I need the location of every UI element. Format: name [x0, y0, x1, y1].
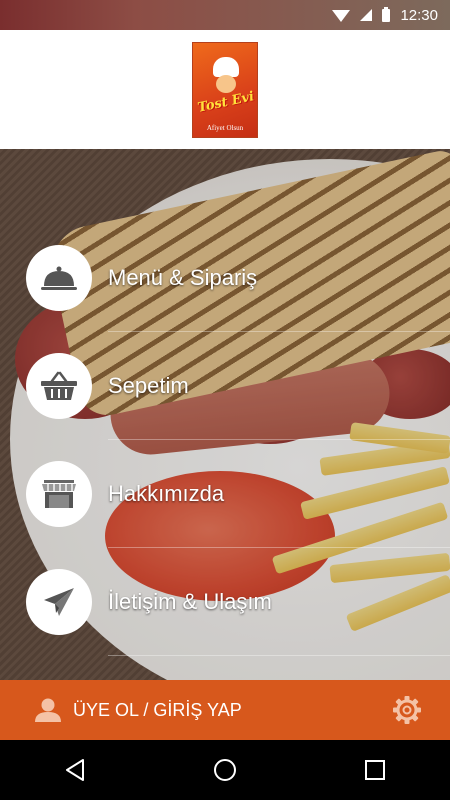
menu-item-label: İletişim & Ulaşım — [108, 589, 272, 614]
signal-icon — [360, 9, 373, 21]
menu-item-label: Menü & Sipariş — [108, 265, 258, 290]
gear-icon[interactable] — [392, 695, 422, 725]
store-icon — [42, 480, 76, 508]
home-icon — [214, 759, 236, 781]
status-bar: 12:30 — [0, 0, 450, 30]
menu-item-contact[interactable]: İletişim & Ulaşım — [0, 548, 450, 656]
account-bar: ÜYE OL / GİRİŞ YAP — [0, 680, 450, 740]
menu-icon-circle — [26, 353, 92, 419]
menu-item-label: Sepetim — [108, 373, 189, 398]
basket-icon — [41, 371, 77, 400]
hero-image: Menü & Sipariş Sepetim Hakkımızda İletiş… — [0, 149, 450, 680]
wifi-icon — [332, 10, 351, 22]
back-icon — [66, 759, 84, 781]
menu-divider — [108, 655, 450, 656]
menu-item-about[interactable]: Hakkımızda — [0, 440, 450, 548]
paper-plane-icon — [44, 588, 74, 616]
menu-item-cart[interactable]: Sepetim — [0, 332, 450, 440]
menu-item-order[interactable]: Menü & Sipariş — [0, 224, 450, 332]
chef-hat-icon — [213, 56, 239, 77]
status-time: 12:30 — [400, 6, 438, 24]
brand-logo[interactable]: Tost Evi Afiyet Olsun — [192, 41, 258, 138]
app-header: Tost Evi Afiyet Olsun — [0, 30, 450, 149]
back-button[interactable] — [45, 750, 105, 790]
menu-icon-circle — [26, 461, 92, 527]
recents-button[interactable] — [345, 750, 405, 790]
logo-tagline: Afiyet Olsun — [206, 123, 244, 132]
menu-item-label: Hakkımızda — [108, 481, 225, 506]
menu-icon-circle — [26, 569, 92, 635]
chef-face-icon — [216, 74, 236, 93]
home-button[interactable] — [195, 750, 255, 790]
user-icon — [35, 698, 61, 722]
main-menu: Menü & Sipariş Sepetim Hakkımızda İletiş… — [0, 149, 450, 680]
logo-brand-text: Tost Evi — [196, 88, 256, 116]
signup-login-button[interactable]: ÜYE OL / GİRİŞ YAP — [73, 700, 242, 721]
cloche-icon — [41, 266, 77, 290]
battery-icon — [382, 6, 391, 22]
android-nav-bar — [0, 740, 450, 800]
menu-icon-circle — [26, 245, 92, 311]
recents-icon — [365, 760, 385, 780]
